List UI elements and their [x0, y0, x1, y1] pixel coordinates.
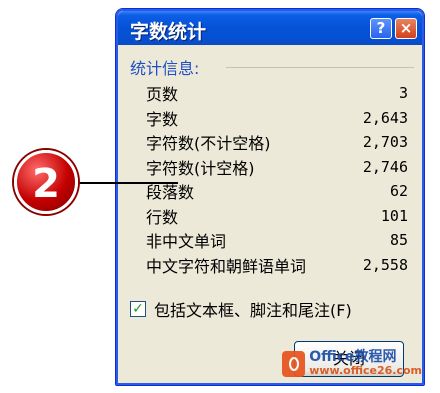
- dialog-title: 字数统计: [130, 21, 207, 43]
- stat-value: 2,643: [362, 108, 408, 127]
- stat-row-words: 字数 2,643: [146, 106, 408, 131]
- stat-label: 页数: [146, 85, 179, 105]
- stat-value: 3: [398, 84, 408, 103]
- office-logo-icon: [282, 351, 306, 377]
- stat-label: 非中文单词: [146, 232, 227, 252]
- stat-row-chars-with-spaces: 字符数(计空格) 2,746: [146, 155, 408, 180]
- watermark: Office教程网 www.office26.com: [282, 344, 422, 384]
- stat-row-non-chinese-words: 非中文单词 85: [146, 228, 408, 253]
- stat-label: 字数: [146, 109, 179, 129]
- stat-label: 行数: [146, 207, 179, 227]
- section-divider: [226, 67, 414, 68]
- stat-value: 2,746: [362, 157, 408, 176]
- callout-pointer-line: [78, 182, 178, 184]
- step-callout-badge: 2: [14, 150, 78, 214]
- stat-row-paragraphs: 段落数 62: [146, 179, 408, 204]
- stat-value: 2,703: [362, 133, 408, 152]
- watermark-title: Office教程网: [309, 349, 397, 365]
- word-count-dialog: 字数统计 ? × 统计信息: 页数 3 字数 2,643 字符数(不计空格) 2,70…: [115, 8, 425, 386]
- stat-value: 85: [389, 231, 408, 250]
- help-button[interactable]: ?: [370, 18, 392, 39]
- statistics-section-label: 统计信息:: [130, 59, 200, 78]
- title-bar[interactable]: 字数统计 ? ×: [118, 11, 422, 45]
- stat-value: 2,558: [362, 255, 408, 274]
- close-icon[interactable]: ×: [395, 18, 417, 39]
- stat-label: 字符数(不计空格): [146, 134, 271, 154]
- stat-value: 62: [389, 182, 408, 201]
- include-textboxes-checkbox[interactable]: ✓: [130, 301, 146, 317]
- stat-row-lines: 行数 101: [146, 204, 408, 229]
- stat-row-chars-no-spaces: 字符数(不计空格) 2,703: [146, 130, 408, 155]
- stat-value: 101: [380, 206, 408, 225]
- statistics-list: 页数 3 字数 2,643 字符数(不计空格) 2,703 字符数(计空格) 2,746…: [146, 81, 408, 277]
- include-textboxes-option[interactable]: ✓ 包括文本框、脚注和尾注(F): [130, 297, 352, 321]
- watermark-url: www.office26.com: [309, 364, 422, 377]
- stat-row-pages: 页数 3: [146, 81, 408, 106]
- include-textboxes-label[interactable]: 包括文本框、脚注和尾注(F): [154, 297, 352, 321]
- stat-row-cjk-chars: 中文字符和朝鲜语单词 2,558: [146, 253, 408, 278]
- stat-label: 中文字符和朝鲜语单词: [146, 256, 307, 276]
- stat-label: 字符数(计空格): [146, 158, 255, 178]
